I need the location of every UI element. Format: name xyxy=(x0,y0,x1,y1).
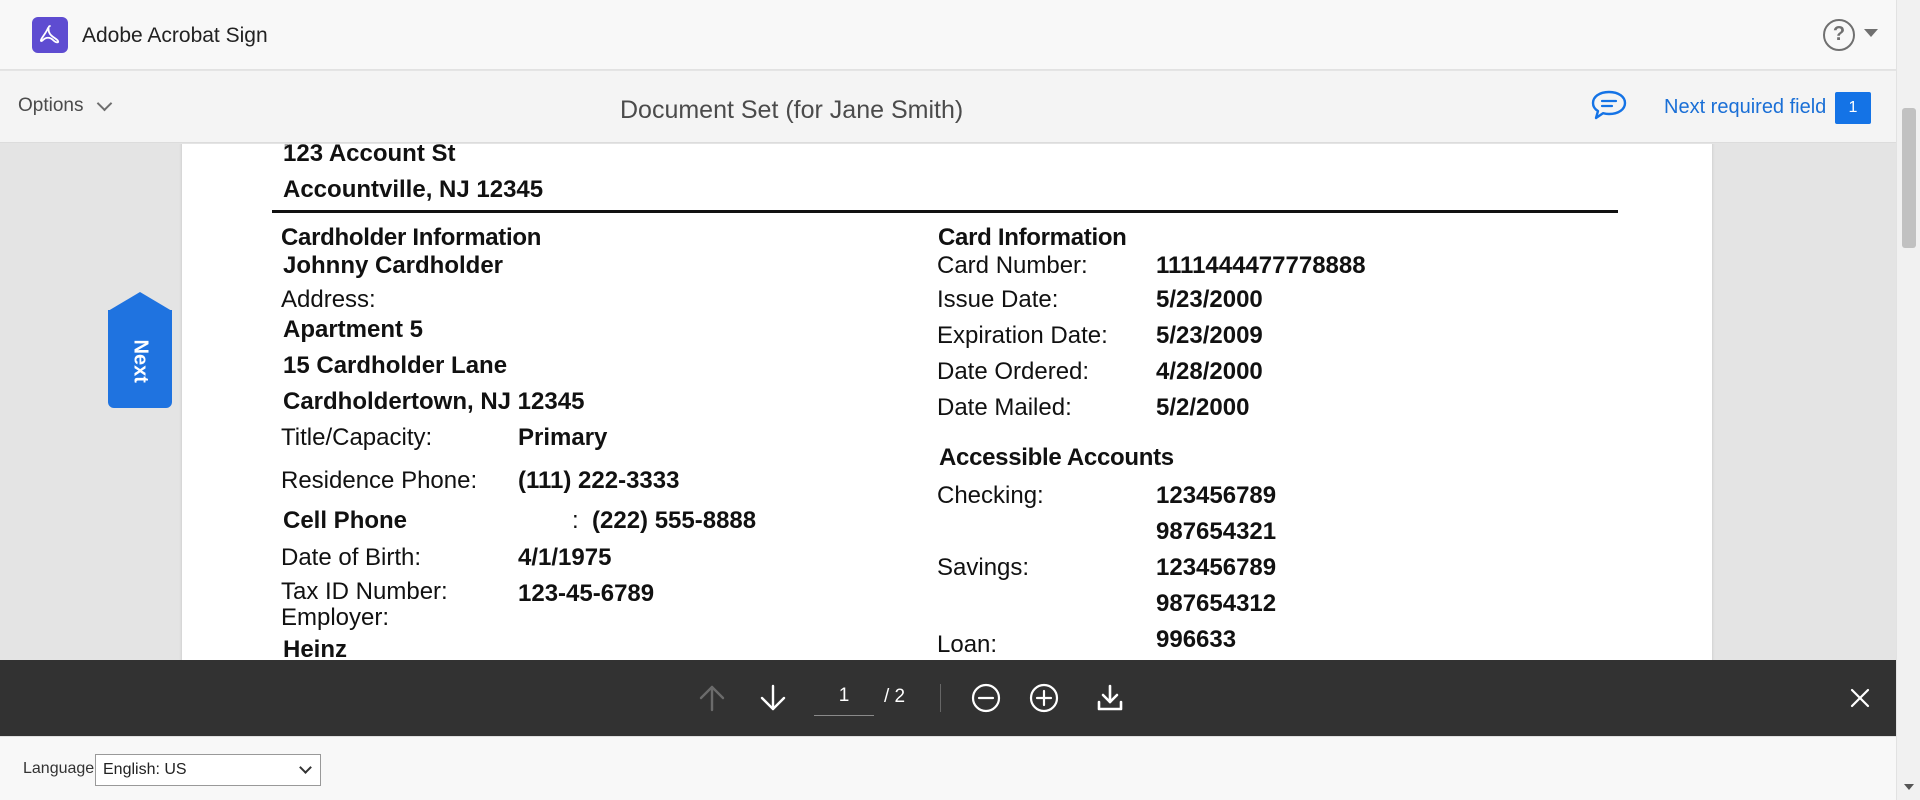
close-icon[interactable] xyxy=(1842,680,1878,721)
options-menu[interactable]: Options xyxy=(18,95,113,117)
language-label: Language xyxy=(23,760,95,777)
previous-page-arrow-up-icon[interactable] xyxy=(694,680,730,721)
card-heading: Card Information xyxy=(938,224,1127,251)
help-icon[interactable]: ? xyxy=(1823,19,1855,51)
page-toolbar: 1 / 2 xyxy=(0,660,1896,736)
language-select-value: English: US xyxy=(103,761,187,778)
tax-id-label: Tax ID Number: xyxy=(281,578,448,605)
expiration-date-label: Expiration Date: xyxy=(937,322,1108,349)
address-line-c: Cardholdertown, NJ 12345 xyxy=(283,388,585,415)
savings-label: Savings: xyxy=(937,554,1030,581)
cardholder-name: Johnny Cardholder xyxy=(283,252,504,279)
residence-phone-label: Residence Phone: xyxy=(281,467,478,494)
document-header: Options Document Set (for Jane Smith) Ne… xyxy=(0,71,1896,143)
zoom-in-icon[interactable] xyxy=(1026,680,1062,721)
checking-value-1: 123456789 xyxy=(1156,482,1277,509)
account-address-2: Accountville, NJ 12345 xyxy=(283,176,544,203)
loan-label: Loan: xyxy=(937,631,998,658)
date-mailed-label: Date Mailed: xyxy=(937,394,1072,421)
issue-date-label: Issue Date: xyxy=(937,286,1059,313)
cardholder-heading: Cardholder Information xyxy=(281,224,542,251)
language-select[interactable]: English: US xyxy=(95,754,321,786)
document-page: . 123 Account St Accountville, NJ 12345 … xyxy=(182,144,1712,660)
document-viewer[interactable]: . 123 Account St Accountville, NJ 12345 … xyxy=(0,144,1896,660)
footer: Language English: US xyxy=(0,736,1896,800)
next-tab-label: Next xyxy=(129,339,152,383)
account-address-1: 123 Account St xyxy=(283,144,456,167)
employer-label: Employer: xyxy=(281,604,390,631)
scroll-down-arrow-icon[interactable] xyxy=(1904,784,1914,790)
card-number-value: 1111444477778888 xyxy=(1156,252,1366,279)
loan-value-1: 996633 xyxy=(1156,626,1237,653)
card-number-label: Card Number: xyxy=(937,252,1088,279)
chevron-down-icon xyxy=(97,95,113,111)
employer-value: Heinz xyxy=(283,636,348,660)
app-header: Adobe Acrobat Sign ? xyxy=(0,0,1896,70)
address-line-b: 15 Cardholder Lane xyxy=(283,352,508,379)
dob-label: Date of Birth: xyxy=(281,544,422,571)
next-required-field-link[interactable]: Next required field xyxy=(1664,96,1826,119)
scrollbar-thumb[interactable] xyxy=(1902,108,1916,248)
tax-id-value: 123-45-6789 xyxy=(518,580,655,607)
zoom-out-icon[interactable] xyxy=(968,680,1004,721)
residence-phone-value: (111) 222-3333 xyxy=(518,467,680,494)
savings-value-1: 123456789 xyxy=(1156,554,1277,581)
toolbar-separator xyxy=(940,684,941,712)
date-ordered-value: 4/28/2000 xyxy=(1156,358,1263,385)
cell-phone-value: (222) 555-8888 xyxy=(592,507,757,534)
cell-phone-colon: : xyxy=(572,507,579,534)
page-number-input[interactable]: 1 xyxy=(814,676,874,716)
address-label: Address: xyxy=(281,286,376,313)
comment-icon[interactable] xyxy=(1590,89,1628,128)
title-label: Title/Capacity: xyxy=(281,424,433,451)
checking-value-2: 987654321 xyxy=(1156,518,1277,545)
address-line-a: Apartment 5 xyxy=(283,316,424,343)
title-value: Primary xyxy=(518,424,608,451)
help-menu-caret-icon[interactable] xyxy=(1864,29,1878,37)
next-page-arrow-down-icon[interactable] xyxy=(755,680,791,721)
date-ordered-label: Date Ordered: xyxy=(937,358,1090,385)
checking-label: Checking: xyxy=(937,482,1044,509)
expiration-date-value: 5/23/2009 xyxy=(1156,322,1263,349)
issue-date-value: 5/23/2000 xyxy=(1156,286,1263,313)
download-icon[interactable] xyxy=(1092,680,1128,721)
acrobat-logo-icon xyxy=(32,17,68,53)
savings-value-2: 987654312 xyxy=(1156,590,1277,617)
next-field-tab[interactable]: Next xyxy=(108,292,172,408)
document-title: Document Set (for Jane Smith) xyxy=(620,96,964,124)
dob-value: 4/1/1975 xyxy=(518,544,612,571)
date-mailed-value: 5/2/2000 xyxy=(1156,394,1250,421)
divider-rule xyxy=(272,210,1618,213)
required-count-badge: 1 xyxy=(1835,92,1871,124)
page-total: / 2 xyxy=(884,686,906,707)
app-title: Adobe Acrobat Sign xyxy=(82,24,268,47)
chevron-down-icon xyxy=(299,761,312,774)
cell-phone-label: Cell Phone xyxy=(283,507,408,534)
accounts-heading: Accessible Accounts xyxy=(939,444,1174,471)
next-tab-arrow xyxy=(108,292,172,311)
page-scrollbar[interactable] xyxy=(1896,0,1920,800)
options-label: Options xyxy=(18,95,84,116)
